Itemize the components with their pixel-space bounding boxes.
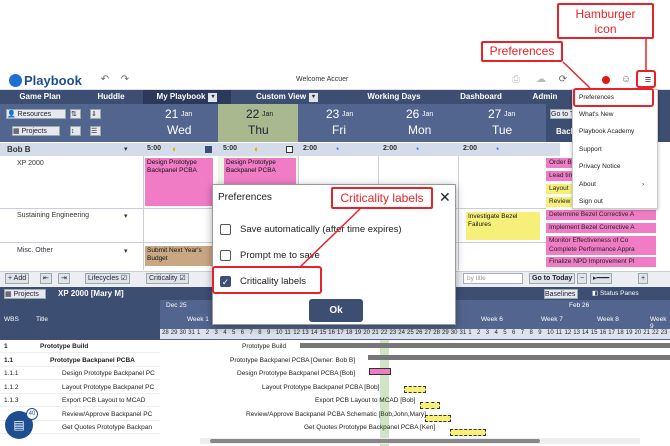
callout-arrows bbox=[299, 39, 647, 268]
arrow-line bbox=[299, 208, 361, 268]
arrow-line bbox=[562, 61, 591, 89]
